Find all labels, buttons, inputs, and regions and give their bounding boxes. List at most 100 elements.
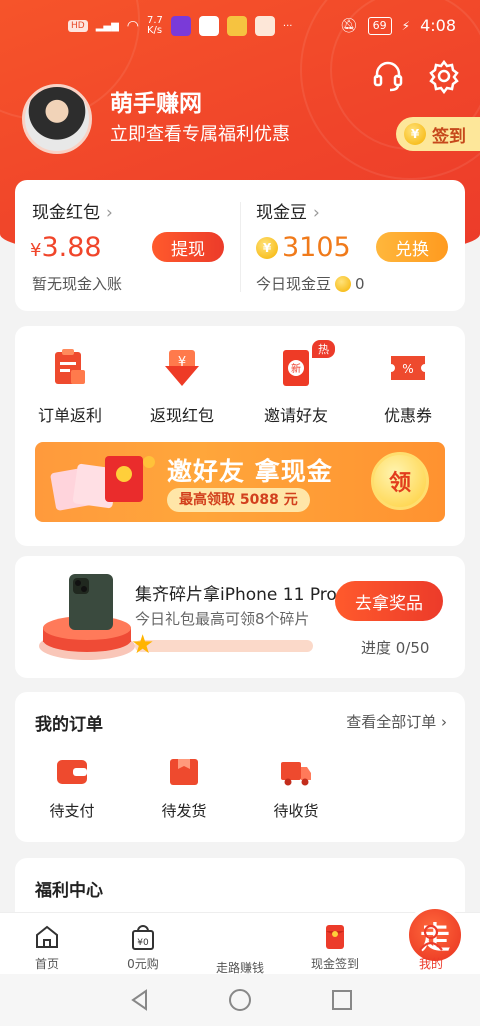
coin-icon: ¥ xyxy=(404,123,426,145)
avatar[interactable] xyxy=(22,84,92,154)
withdraw-button[interactable]: 提现 xyxy=(152,232,224,262)
invite-banner[interactable]: 邀好友 拿现金 最高领取 5088 元 领 xyxy=(35,442,445,522)
truck-icon xyxy=(279,756,313,788)
beans-today: 0 xyxy=(355,274,365,293)
promo-subtitle: 今日礼包最高可领8个碎片 xyxy=(135,610,310,628)
order-label: 待收货 xyxy=(273,802,319,820)
charging-icon: ⚡ xyxy=(401,18,411,33)
orders-title: 我的订单 xyxy=(35,715,103,735)
action-invite-friends[interactable]: 热 新 邀请好友 xyxy=(241,340,351,426)
tab-walk-earn[interactable]: 走 走路赚钱 xyxy=(195,905,465,976)
star-icon: ★ xyxy=(131,630,155,660)
signal-icon: ▂▄▆ xyxy=(95,20,119,32)
iphone-promo-card: 集齐碎片拿iPhone 11 Pro 今日礼包最高可领8个碎片 去拿奖品 ★ 进… xyxy=(15,556,465,678)
get-prize-button[interactable]: 去拿奖品 xyxy=(335,581,443,621)
claim-button[interactable]: 领 xyxy=(371,452,429,510)
tab-mine[interactable]: 我的 xyxy=(386,923,476,972)
coin-icon xyxy=(335,275,352,292)
welfare-title: 福利中心 xyxy=(35,881,103,901)
package-icon xyxy=(167,756,201,788)
quick-actions-card: 订单返利 ¥ 返现红包 热 新 邀请好友 % 优惠券 邀好友 拿现金 最高领取 … xyxy=(15,326,465,546)
svg-text:新: 新 xyxy=(291,362,301,375)
cash-balance[interactable]: 现金红包 › ¥3.88 提现 暂无现金入账 xyxy=(15,180,240,311)
order-pending-payment[interactable]: 待支付 xyxy=(27,756,117,821)
bottom-tab-bar: 首页 ¥0 0元购 走 走路赚钱 现金签到 我的 xyxy=(0,905,480,976)
banner-pill: 最高领取 5088 元 xyxy=(167,488,310,512)
network-badge: HD xyxy=(68,20,88,32)
order-label: 待支付 xyxy=(49,802,95,820)
app-notification-icon xyxy=(198,16,219,36)
beans-amount: 3105 xyxy=(282,232,351,263)
app-notification-icon xyxy=(226,16,247,36)
clock: 4:08 xyxy=(420,16,456,35)
profile-subtitle-link[interactable]: 立即查看专属福利优惠 xyxy=(110,120,290,146)
my-orders-card: 我的订单 查看全部订单 › 待支付 待发货 待收货 xyxy=(15,692,465,842)
order-pending-shipment[interactable]: 待发货 xyxy=(139,756,229,821)
action-coupons[interactable]: % 优惠券 xyxy=(353,348,463,426)
username: 萌手赚网 xyxy=(110,91,202,117)
coin-icon: ¥ xyxy=(256,236,278,259)
svg-text:¥: ¥ xyxy=(178,355,186,370)
tab-label: 现金签到 xyxy=(310,957,359,971)
net-speed: 7.7 K/s xyxy=(147,15,163,36)
mute-bell-icon: 🔕︎ xyxy=(339,17,358,34)
exchange-button[interactable]: 兑换 xyxy=(376,232,448,262)
action-label: 优惠券 xyxy=(383,406,432,425)
beans-note: 今日现金豆 xyxy=(256,275,332,293)
tab-zero-purchase[interactable]: ¥0 0元购 xyxy=(98,923,188,972)
profile-icon xyxy=(417,923,445,951)
tab-cash-checkin[interactable]: 现金签到 xyxy=(290,923,380,972)
banner-title: 邀好友 拿现金 xyxy=(167,457,333,486)
cashback-envelope-icon: ¥ xyxy=(163,348,201,388)
cash-amount: 3.88 xyxy=(41,232,102,263)
more-icon: ··· xyxy=(282,20,293,32)
red-envelopes-illustration xyxy=(47,450,159,514)
headset-icon[interactable] xyxy=(370,58,406,94)
beans-label: 现金豆 xyxy=(256,203,307,223)
iphone-illustration xyxy=(37,572,137,664)
recents-square-icon[interactable] xyxy=(330,988,354,1012)
home-icon xyxy=(33,923,61,951)
back-icon[interactable] xyxy=(128,988,152,1012)
order-label: 待发货 xyxy=(161,802,207,820)
checkin-button[interactable]: ¥ 签到 xyxy=(396,117,480,151)
view-all-orders-link[interactable]: 查看全部订单 › xyxy=(346,711,447,732)
settings-gear-icon[interactable] xyxy=(426,58,462,95)
status-bar: HD ▂▄▆ ◠ 7.7 K/s ··· 🔕︎ 69 ⚡ 4:08 xyxy=(0,12,480,42)
action-cashback-envelope[interactable]: ¥ 返现红包 xyxy=(127,348,237,426)
promo-title: 集齐碎片拿iPhone 11 Pro xyxy=(135,585,337,605)
coupon-icon: % xyxy=(389,348,427,388)
tab-label: 我的 xyxy=(418,957,443,971)
app-notification-icon xyxy=(254,16,275,36)
hot-badge: 热 xyxy=(312,340,335,358)
tab-home[interactable]: 首页 xyxy=(2,923,92,972)
bag-icon: ¥0 xyxy=(129,923,157,951)
app-notification-icon xyxy=(170,16,191,36)
cash-note: 暂无现金入账 xyxy=(32,275,123,293)
clipboard-icon xyxy=(51,348,89,388)
tab-label: 0元购 xyxy=(127,957,159,971)
progress-text: 进度 0/50 xyxy=(361,639,430,657)
tab-label: 首页 xyxy=(34,957,59,971)
wallet-icon xyxy=(55,756,89,788)
wifi-icon: ◠ xyxy=(126,18,139,34)
svg-text:¥0: ¥0 xyxy=(137,938,149,948)
invite-envelope-icon: 新 xyxy=(277,348,315,388)
action-label: 订单返利 xyxy=(37,406,102,425)
svg-text:%: % xyxy=(402,362,413,376)
order-pending-receipt[interactable]: 待收货 xyxy=(251,756,341,821)
beans-balance[interactable]: 现金豆 › ¥ 3105 兑换 今日现金豆 0 xyxy=(240,180,465,311)
checkin-label: 签到 xyxy=(432,126,466,147)
home-circle-icon[interactable] xyxy=(228,988,252,1012)
cash-label: 现金红包 xyxy=(32,203,100,223)
chevron-right-icon: › xyxy=(313,203,320,223)
fragment-progress-bar: ★ xyxy=(131,631,313,659)
system-nav-bar xyxy=(0,974,480,1026)
action-order-rebate[interactable]: 订单返利 xyxy=(15,348,125,426)
chevron-right-icon: › xyxy=(106,203,113,223)
balance-card: 现金红包 › ¥3.88 提现 暂无现金入账 现金豆 › ¥ 3105 兑换 今日现… xyxy=(15,180,465,311)
red-envelope-icon xyxy=(321,923,349,951)
currency-symbol: ¥ xyxy=(30,240,42,261)
action-label: 返现红包 xyxy=(149,406,214,425)
battery-indicator: 69 xyxy=(367,16,392,35)
